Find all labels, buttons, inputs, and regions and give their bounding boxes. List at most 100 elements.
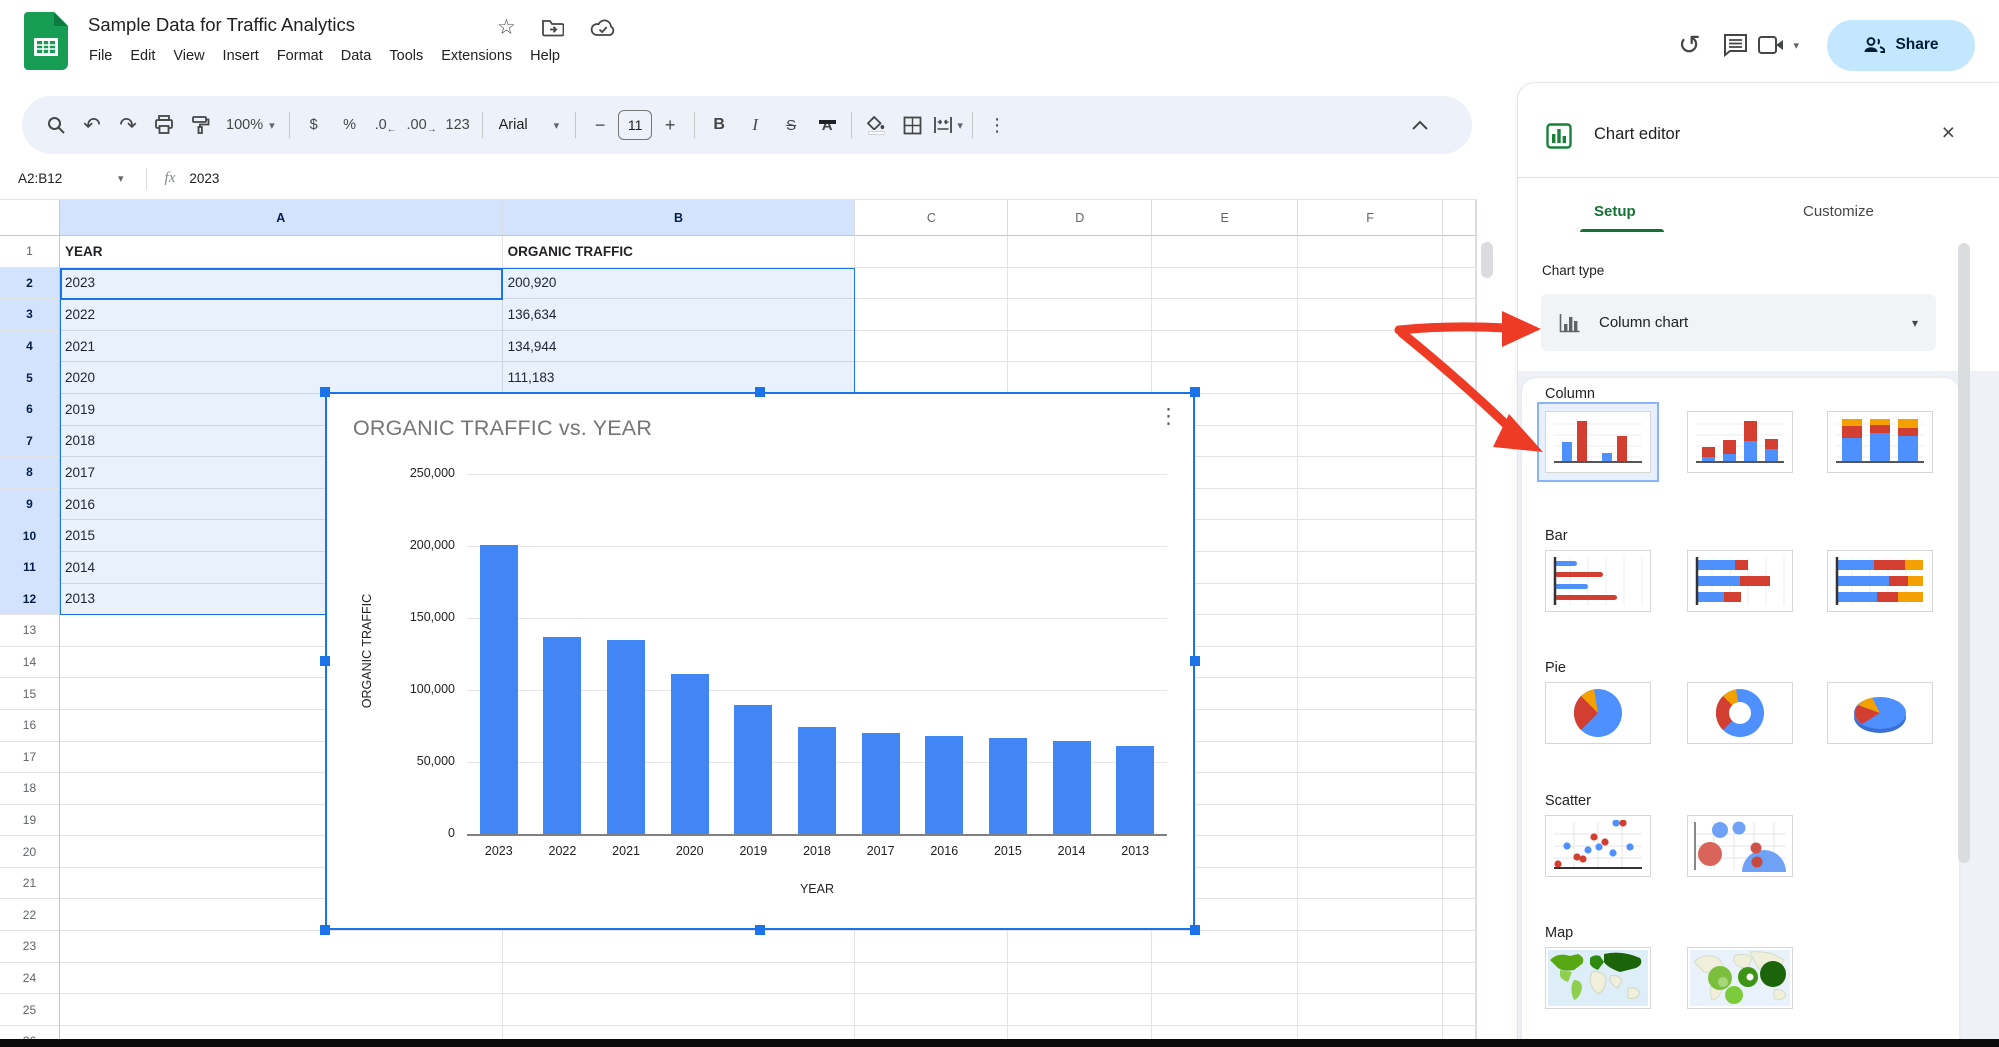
cell-partial[interactable] [1443,710,1476,742]
row-header-18[interactable]: 18 [0,773,60,805]
format-currency-button[interactable]: $ [296,107,332,143]
thumb-stacked-column-chart[interactable] [1687,411,1793,473]
cell-partial[interactable] [1443,963,1476,995]
cell-E4[interactable] [1152,331,1298,363]
row-header-12[interactable]: 12 [0,584,60,616]
name-box[interactable]: A2:B12 [0,171,118,186]
cell-E5[interactable] [1152,362,1298,394]
cell-partial[interactable] [1443,489,1476,521]
redo-button[interactable]: ↷ [110,107,146,143]
cell-E26[interactable] [1152,1026,1298,1040]
cell-A4[interactable]: 2021 [60,331,503,363]
row-header-15[interactable]: 15 [0,678,60,710]
cell-F12[interactable] [1298,584,1443,616]
thumb-column-chart[interactable] [1545,411,1651,473]
cell-B4[interactable]: 134,944 [503,331,856,363]
column-header-c[interactable]: C [855,200,1008,236]
menu-view[interactable]: View [164,44,213,68]
menu-insert[interactable]: Insert [214,44,268,68]
row-header-4[interactable]: 4 [0,331,60,363]
chart-selection-handle[interactable] [1190,925,1200,935]
cell-F13[interactable] [1298,615,1443,647]
cell-B23[interactable] [503,931,856,963]
cell-partial[interactable] [1443,299,1476,331]
row-header-11[interactable]: 11 [0,552,60,584]
cell-D25[interactable] [1008,994,1152,1026]
column-header-e[interactable]: E [1152,200,1298,236]
text-color-button[interactable]: A [809,107,845,143]
undo-button[interactable]: ↶ [74,107,110,143]
cell-E2[interactable] [1152,268,1298,300]
namebox-caret-icon[interactable]: ▾ [118,172,124,185]
cell-partial[interactable] [1443,994,1476,1026]
format-percent-button[interactable]: % [332,107,368,143]
cell-partial[interactable] [1443,742,1476,774]
thumb-donut-chart[interactable] [1687,682,1793,744]
chart-selection-handle[interactable] [1190,656,1200,666]
thumb-geo-bubble-map[interactable] [1687,947,1793,1009]
thumb-bar-chart[interactable] [1545,550,1651,612]
version-history-icon[interactable]: ↺ [1666,30,1712,61]
sheet-scrollbar-track[interactable] [1477,200,1517,1040]
chart-selection-handle[interactable] [320,925,330,935]
move-folder-icon[interactable] [542,19,564,37]
cell-F16[interactable] [1298,710,1443,742]
cell-F25[interactable] [1298,994,1443,1026]
cell-C1[interactable] [855,236,1008,268]
cell-partial[interactable] [1443,362,1476,394]
increase-font-size-button[interactable]: + [652,107,688,143]
row-header-26[interactable]: 26 [0,1026,60,1040]
cell-F3[interactable] [1298,299,1443,331]
cell-F19[interactable] [1298,805,1443,837]
column-header-partial[interactable] [1443,200,1476,236]
cell-D24[interactable] [1008,963,1152,995]
cell-F24[interactable] [1298,963,1443,995]
decrease-font-size-button[interactable]: − [582,107,618,143]
share-button[interactable]: Share [1827,20,1975,71]
thumb-100-stacked-bar-chart[interactable] [1827,550,1933,612]
cell-partial[interactable] [1443,268,1476,300]
decrease-decimal-button[interactable]: .0← [368,107,404,143]
cell-F18[interactable] [1298,773,1443,805]
cell-A1[interactable]: YEAR [60,236,503,268]
cell-F9[interactable] [1298,489,1443,521]
search-icon[interactable] [38,107,74,143]
select-all-corner[interactable] [0,200,60,236]
cell-C3[interactable] [855,299,1008,331]
menu-file[interactable]: File [80,44,121,68]
row-header-23[interactable]: 23 [0,931,60,963]
chart-selection-handle[interactable] [320,656,330,666]
cell-partial[interactable] [1443,236,1476,268]
row-header-9[interactable]: 9 [0,489,60,521]
thumb-100-stacked-column-chart[interactable] [1827,411,1933,473]
cell-partial[interactable] [1443,899,1476,931]
chart-menu-icon[interactable]: ⋮ [1158,404,1179,429]
cell-partial[interactable] [1443,552,1476,584]
cell-C25[interactable] [855,994,1008,1026]
row-header-20[interactable]: 20 [0,836,60,868]
cell-D3[interactable] [1008,299,1152,331]
cell-F22[interactable] [1298,899,1443,931]
menu-data[interactable]: Data [332,44,381,68]
cell-partial[interactable] [1443,394,1476,426]
cell-E24[interactable] [1152,963,1298,995]
cell-F5[interactable] [1298,362,1443,394]
font-family-select[interactable]: Arial ▾ [489,117,570,133]
cell-partial[interactable] [1443,615,1476,647]
row-header-17[interactable]: 17 [0,742,60,774]
chart-selection-handle[interactable] [755,387,765,397]
cell-F8[interactable] [1298,457,1443,489]
cell-B26[interactable] [503,1026,856,1040]
cell-C2[interactable] [855,268,1008,300]
fill-color-button[interactable] [858,107,894,143]
column-header-b[interactable]: B [503,200,856,236]
formula-input[interactable]: 2023 [189,171,219,186]
number-format-button[interactable]: 123 [440,107,476,143]
row-header-25[interactable]: 25 [0,994,60,1026]
cell-F17[interactable] [1298,742,1443,774]
increase-decimal-button[interactable]: .00→ [404,107,440,143]
menu-format[interactable]: Format [268,44,332,68]
cell-partial[interactable] [1443,805,1476,837]
cell-D1[interactable] [1008,236,1152,268]
cell-partial[interactable] [1443,647,1476,679]
